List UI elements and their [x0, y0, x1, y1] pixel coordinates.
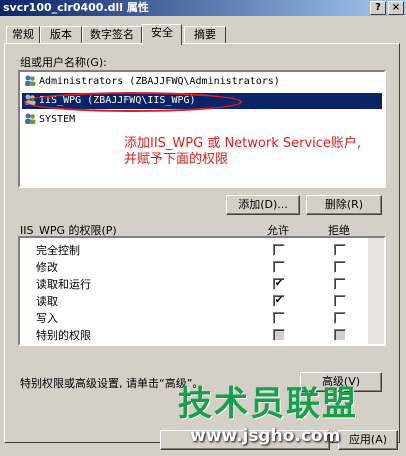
allow-checkbox[interactable]	[273, 261, 285, 273]
annotation-line-2: 并赋予下面的权限	[124, 152, 229, 167]
deny-checkbox[interactable]	[334, 261, 346, 273]
deny-checkbox[interactable]	[334, 278, 346, 290]
annotation-line-1: 添加IIS_WPG 或 Network Service账户,	[124, 136, 362, 151]
deny-checkbox[interactable]	[334, 244, 346, 256]
close-button[interactable]: ×	[388, 1, 404, 15]
annotation-text: 添加IIS_WPG 或 Network Service账户, 并赋予下面的权限	[124, 136, 361, 168]
watermark-url: www.jsgho.com	[190, 426, 341, 446]
user-group-icon	[25, 113, 36, 124]
group-name: Administrators (ZBAJJFWQ\Administrators)	[39, 76, 280, 87]
watermark: 技术员联盟 www.jsgho.com	[178, 384, 388, 454]
permissions-list: 完全控制 修改 读取和运行 ✔ 读取 ✔ 写入 特别的权限	[18, 236, 386, 346]
permission-row: 完全控制	[20, 242, 384, 259]
deny-checkbox-disabled	[334, 329, 346, 341]
list-item[interactable]: Administrators (ZBAJJFWQ\Administrators)	[24, 74, 280, 90]
user-group-icon	[25, 75, 36, 86]
permission-row: 特别的权限	[20, 327, 384, 344]
group-name: IIS_WPG (ZBAJJFWQ\IIS_WPG)	[39, 95, 196, 106]
deny-checkbox[interactable]	[334, 312, 346, 324]
allow-checkbox[interactable]	[273, 244, 285, 256]
tab-summary[interactable]: 摘要	[184, 26, 226, 44]
permission-name: 完全控制	[36, 244, 80, 257]
user-group-icon	[25, 94, 36, 105]
deny-checkbox[interactable]	[334, 295, 346, 307]
permission-row: 修改	[20, 259, 384, 276]
title-bar: svcr100_clr0400.dll 属性 ? ×	[0, 0, 406, 16]
tab-digital-signature[interactable]: 数字签名	[82, 26, 142, 44]
permission-name: 特别的权限	[36, 329, 91, 342]
list-item[interactable]: SYSTEM	[24, 112, 75, 128]
permission-name: 写入	[36, 312, 58, 325]
permission-name: 读取	[36, 295, 58, 308]
tab-security[interactable]: 安全	[142, 24, 182, 45]
scrollbar-track	[368, 238, 384, 344]
permission-name: 修改	[36, 261, 58, 274]
tab-version[interactable]: 版本	[40, 26, 82, 44]
groups-list[interactable]: Administrators (ZBAJJFWQ\Administrators)…	[18, 70, 386, 188]
allow-checkbox-disabled	[273, 329, 285, 341]
allow-checkbox-checked[interactable]: ✔	[273, 278, 285, 290]
permission-row: 读取和运行 ✔	[20, 276, 384, 293]
permission-row: 读取 ✔	[20, 293, 384, 310]
group-name: SYSTEM	[39, 114, 76, 125]
remove-button[interactable]: 删除(R)	[306, 195, 382, 215]
list-item-selected[interactable]: IIS_WPG (ZBAJJFWQ\IIS_WPG)	[22, 93, 382, 109]
tab-general[interactable]: 常规	[6, 26, 40, 44]
watermark-logo: 技术员联盟	[178, 384, 358, 424]
permission-row: 写入	[20, 310, 384, 327]
permission-name: 读取和运行	[36, 278, 91, 291]
add-button[interactable]: 添加(D)...	[226, 195, 300, 215]
advanced-note: 特别权限或高级设置, 请单击“高级”。	[20, 377, 204, 390]
groups-label: 组或用户名称(G):	[20, 56, 107, 69]
allow-checkbox-checked[interactable]: ✔	[273, 295, 285, 307]
window-title: svcr100_clr0400.dll 属性	[3, 1, 149, 14]
allow-checkbox[interactable]	[273, 312, 285, 324]
help-button[interactable]: ?	[370, 1, 386, 15]
